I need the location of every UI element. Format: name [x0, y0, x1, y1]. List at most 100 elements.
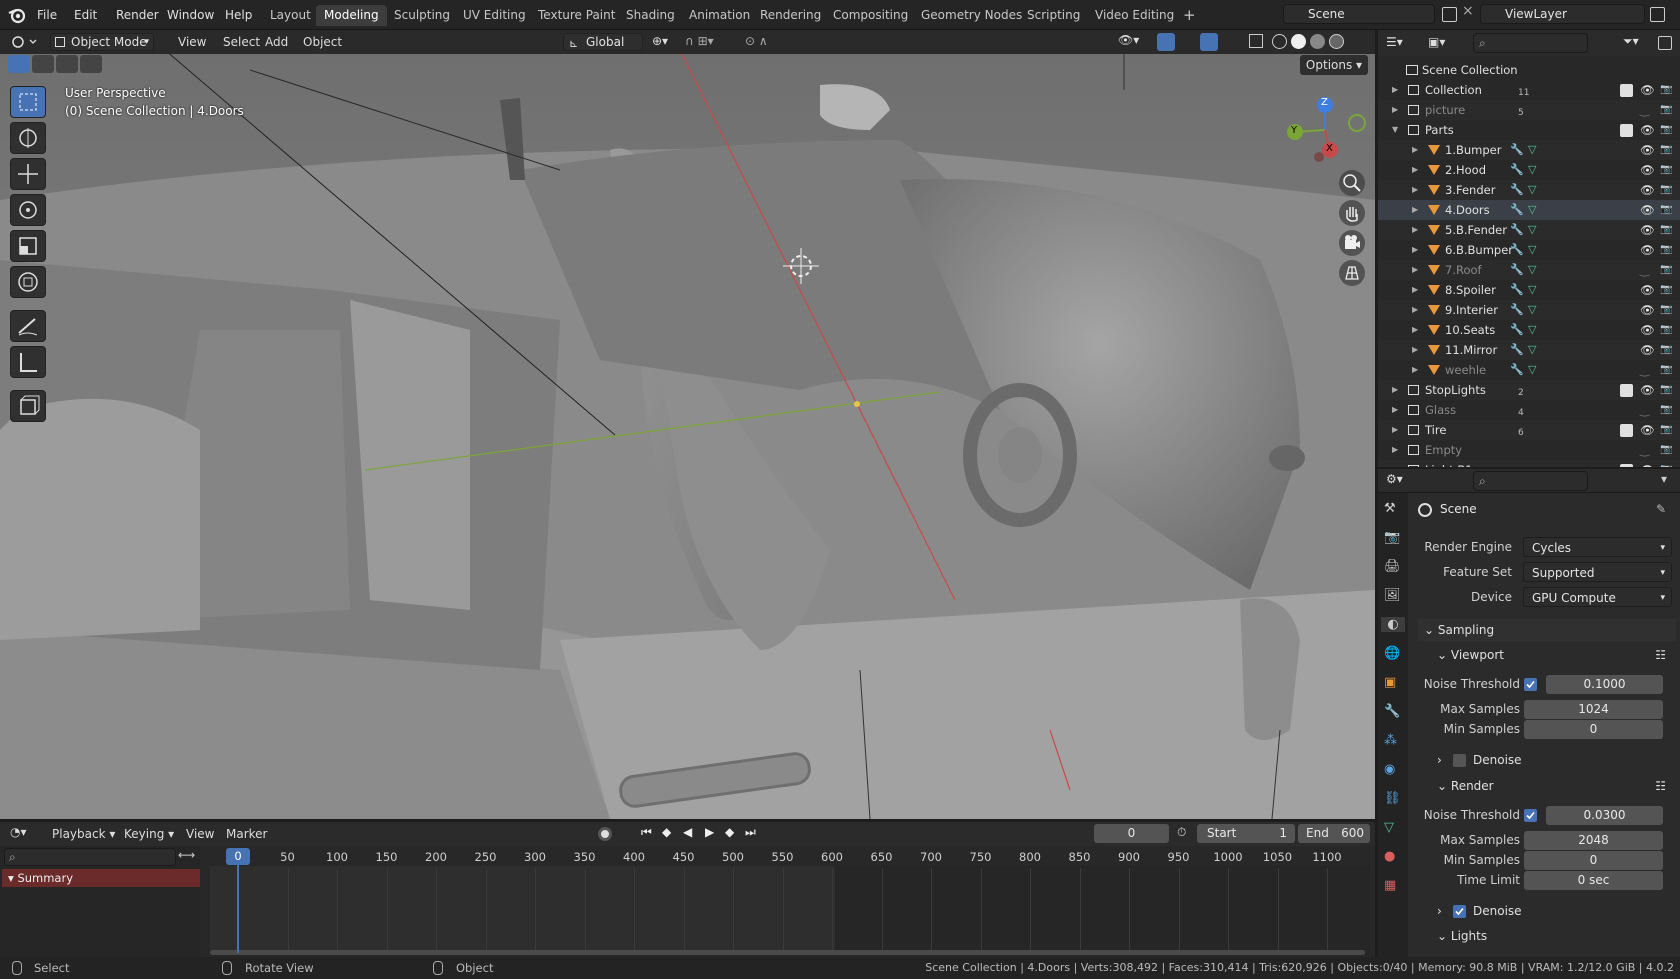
properties-tab-constraints-icon[interactable]: ⛓: [1384, 791, 1401, 806]
r-denoise-checkbox[interactable]: [1453, 905, 1466, 918]
exclude-checkbox[interactable]: [1620, 124, 1633, 137]
properties-tab-tool-icon[interactable]: ⚒: [1384, 501, 1396, 516]
r-time-limit-field[interactable]: 0 sec: [1524, 871, 1663, 890]
viewport-menu-view[interactable]: View: [172, 33, 212, 51]
options-button[interactable]: Options ▾: [1300, 55, 1368, 75]
mode-dropdown[interactable]: Object Mode ▾: [50, 33, 154, 51]
eye-icon[interactable]: 👁: [1640, 120, 1655, 140]
jump-end-icon[interactable]: ⏭: [745, 825, 756, 840]
mesh-data-icon[interactable]: ▽: [1528, 200, 1536, 220]
add-workspace-icon[interactable]: +: [1175, 5, 1204, 26]
eye-icon[interactable]: 👁: [1640, 240, 1655, 260]
render-camera-icon[interactable]: 📷: [1660, 420, 1672, 440]
properties-tab-modifiers-icon[interactable]: 🔧: [1384, 704, 1400, 719]
vp-denoise-header[interactable]: › Denoise: [1433, 749, 1676, 771]
vp-min-samples-field[interactable]: 0: [1524, 720, 1663, 739]
proportional-editing-icon[interactable]: ⊙ ∧: [745, 34, 785, 50]
mesh-data-icon[interactable]: ▽: [1528, 340, 1536, 360]
eye-icon[interactable]: 👁: [1640, 320, 1655, 340]
chevron-right-icon[interactable]: ▶: [1392, 100, 1398, 120]
r-denoise-header[interactable]: › Denoise: [1433, 900, 1676, 922]
tab-modeling[interactable]: Modeling: [316, 5, 387, 26]
chevron-down-icon[interactable]: ▾: [1661, 472, 1667, 486]
start-frame-field[interactable]: Start 1: [1197, 824, 1295, 843]
hidden-eye-icon[interactable]: ‿: [1640, 360, 1649, 380]
eye-icon[interactable]: 👁: [1640, 420, 1655, 440]
eye-icon[interactable]: 👁: [1640, 160, 1655, 180]
tab-scripting[interactable]: Scripting: [1019, 5, 1088, 26]
properties-tab-object-icon[interactable]: ▣: [1384, 675, 1396, 690]
chevron-right-icon[interactable]: ▶: [1412, 280, 1418, 300]
eye-icon[interactable]: 👁: [1640, 280, 1655, 300]
outliner-editor-type-icon[interactable]: ☰▾: [1386, 35, 1403, 49]
r-max-samples-field[interactable]: 2048: [1524, 831, 1663, 850]
feature-set-dropdown[interactable]: Supported ▾: [1523, 562, 1672, 582]
outliner-row-2-hood[interactable]: ▶ 2.Hood 🔧 ▽ 👁 📷: [1378, 160, 1680, 180]
tool-annotate[interactable]: [10, 310, 46, 342]
modifier-icon[interactable]: 🔧: [1510, 180, 1524, 200]
eye-icon[interactable]: 👁: [1640, 220, 1655, 240]
preview-range-icon[interactable]: ⏱: [1177, 825, 1186, 840]
3d-viewport[interactable]: [0, 30, 1375, 819]
r-noise-threshold-field[interactable]: 0.0300: [1546, 806, 1663, 825]
modifier-icon[interactable]: 🔧: [1510, 260, 1524, 280]
vp-noise-threshold-field[interactable]: 0.1000: [1546, 675, 1663, 694]
mesh-data-icon[interactable]: ▽: [1528, 160, 1536, 180]
timeline-menu-playback[interactable]: Playback ▾: [46, 825, 121, 843]
eye-icon[interactable]: 👁: [1640, 80, 1655, 100]
outliner-row-picture[interactable]: ▶ picture 5 ‿ 📷: [1378, 100, 1680, 120]
properties-tab-world-icon[interactable]: 🌐: [1384, 646, 1400, 661]
jump-start-icon[interactable]: ⏮: [641, 825, 652, 840]
properties-tab-texture-icon[interactable]: ▦: [1384, 878, 1396, 893]
hidden-eye-icon[interactable]: ‿: [1640, 440, 1649, 460]
swap-icon[interactable]: ⟷: [178, 848, 195, 862]
mesh-data-icon[interactable]: ▽: [1528, 180, 1536, 200]
eye-icon[interactable]: 👁: [1640, 200, 1655, 220]
hidden-eye-icon[interactable]: ‿: [1640, 400, 1649, 420]
view-layer-new-icon[interactable]: [1650, 7, 1665, 22]
select-subtract-icon[interactable]: [56, 55, 78, 73]
tab-shading[interactable]: Shading: [618, 5, 683, 26]
modifier-icon[interactable]: 🔧: [1510, 200, 1524, 220]
render-camera-icon[interactable]: 📷: [1660, 320, 1672, 340]
render-camera-icon[interactable]: 📷: [1660, 200, 1672, 220]
exclude-checkbox[interactable]: [1620, 84, 1633, 97]
menu-edit[interactable]: Edit: [67, 5, 104, 25]
tab-uv-editing[interactable]: UV Editing: [455, 5, 534, 26]
modifier-icon[interactable]: 🔧: [1510, 280, 1524, 300]
outliner-row-collection[interactable]: ▶ Collection 11 👁 📷: [1378, 80, 1680, 100]
exclude-checkbox[interactable]: [1620, 384, 1633, 397]
navigation-gizmo[interactable]: Z Y X: [1280, 95, 1370, 165]
summary-channel[interactable]: ▾ Summary: [2, 869, 200, 887]
outliner-row-6-b-bumper[interactable]: ▶ 6.B.Bumper 🔧 ▽ 👁 📷: [1378, 240, 1680, 260]
properties-tab-particles-icon[interactable]: ⁂: [1384, 733, 1397, 748]
presets-list-icon[interactable]: ☷: [1655, 644, 1666, 666]
render-camera-icon[interactable]: 📷: [1660, 400, 1672, 420]
menu-help[interactable]: Help: [218, 5, 259, 25]
prev-keyframe-icon[interactable]: ◆: [662, 825, 671, 839]
timeline-editor-type-icon[interactable]: ◔▾: [10, 825, 27, 839]
scene-new-icon[interactable]: [1442, 7, 1457, 22]
outliner-row-7-roof[interactable]: ▶ 7.Roof 🔧 ▽ ‿ 📷: [1378, 260, 1680, 280]
chevron-right-icon[interactable]: ▶: [1412, 300, 1418, 320]
render-camera-icon[interactable]: 📷: [1660, 120, 1672, 140]
properties-editor-type-icon[interactable]: ⚙▾: [1386, 472, 1403, 486]
render-camera-icon[interactable]: 📷: [1660, 340, 1672, 360]
modifier-icon[interactable]: 🔧: [1510, 220, 1524, 240]
render-camera-icon[interactable]: 📷: [1660, 240, 1672, 260]
chevron-right-icon[interactable]: ▶: [1392, 80, 1398, 100]
tool-measure[interactable]: [10, 346, 46, 378]
mesh-data-icon[interactable]: ▽: [1528, 320, 1536, 340]
render-camera-icon[interactable]: 📷: [1660, 140, 1672, 160]
render-camera-icon[interactable]: 📷: [1660, 280, 1672, 300]
perspective-grid-icon[interactable]: [1339, 260, 1365, 286]
tool-rotate[interactable]: [10, 194, 46, 226]
select-extend-icon[interactable]: [32, 55, 54, 73]
tool-move[interactable]: [10, 158, 46, 190]
device-dropdown[interactable]: GPU Compute ▾: [1523, 587, 1672, 607]
new-collection-icon[interactable]: [1658, 36, 1672, 50]
outliner-search-input[interactable]: ⌕: [1473, 33, 1588, 53]
render-subpanel-header[interactable]: ⌄ Render ☷: [1433, 775, 1676, 797]
tab-animation[interactable]: Animation: [681, 5, 758, 26]
menu-file[interactable]: File: [30, 5, 64, 25]
